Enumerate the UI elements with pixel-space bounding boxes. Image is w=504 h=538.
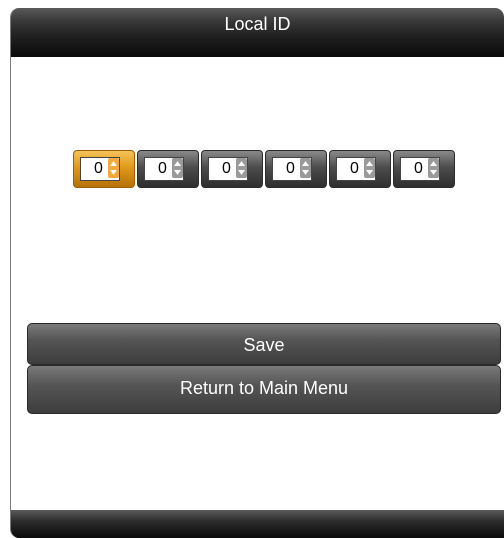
return-to-main-menu-button[interactable]: Return to Main Menu [27,365,501,414]
digit-spinner-2[interactable]: 0 [137,150,199,188]
digit-spinner-6[interactable]: 0 [393,150,455,188]
spinner-arrows-icon[interactable] [172,158,183,178]
local-id-window: Local ID 0 0 0 0 0 0 Save Return to Main… [10,8,504,538]
local-id-digit-row: 0 0 0 0 0 0 [73,150,455,188]
spinner-arrows-icon[interactable] [428,158,439,178]
window-title: Local ID [224,14,291,34]
bottom-bar [11,510,504,538]
title-bar: Local ID [11,8,504,57]
digit-spinner-3[interactable]: 0 [201,150,263,188]
spinner-arrows-icon[interactable] [300,158,311,178]
spinner-arrows-icon[interactable] [364,158,375,178]
digit-spinner-1[interactable]: 0 [73,150,135,188]
save-button[interactable]: Save [27,323,501,365]
spinner-arrows-icon[interactable] [236,158,247,178]
spinner-arrows-icon[interactable] [108,158,119,178]
digit-spinner-5[interactable]: 0 [329,150,391,188]
digit-spinner-4[interactable]: 0 [265,150,327,188]
